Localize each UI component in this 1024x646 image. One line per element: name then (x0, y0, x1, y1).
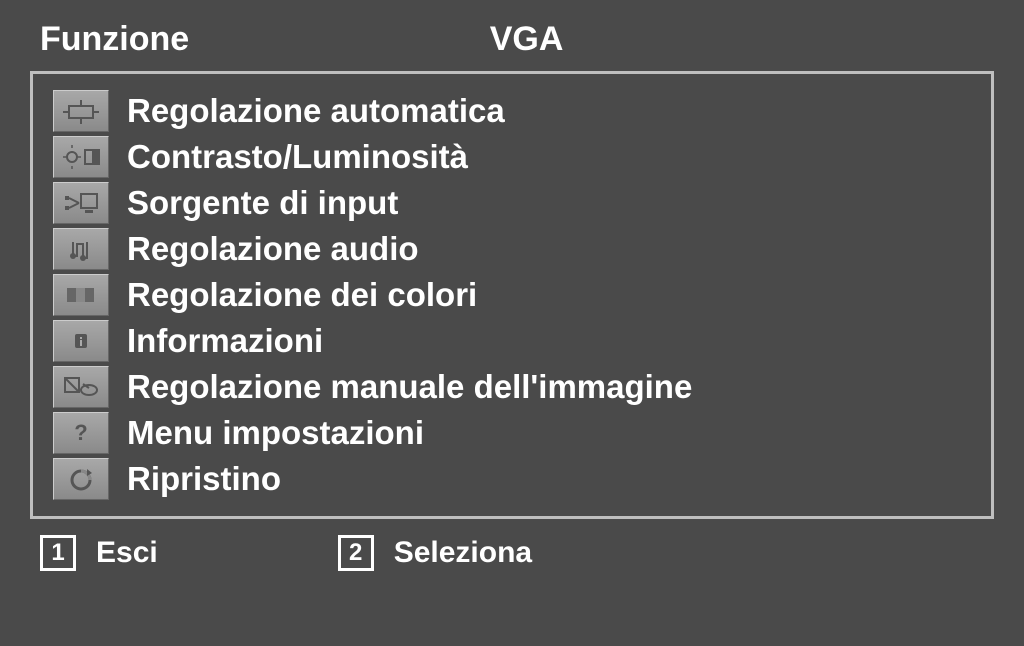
audio-adjust-icon (53, 228, 109, 270)
footer-select-label: Seleziona (394, 536, 532, 570)
footer-select[interactable]: 2 Seleziona (338, 535, 532, 571)
svg-text:?: ? (74, 420, 87, 445)
menu-item-label: Menu impostazioni (127, 414, 424, 452)
menu-list: Regolazione automatica Contrasto/Luminos… (30, 71, 994, 519)
menu-item-information[interactable]: Informazioni (53, 320, 971, 362)
auto-adjust-icon (53, 90, 109, 132)
osd-footer: 1 Esci 2 Seleziona (0, 519, 1024, 571)
menu-item-label: Regolazione manuale dell'immagine (127, 368, 692, 406)
menu-item-color-adjust[interactable]: Regolazione dei colori (53, 274, 971, 316)
contrast-brightness-icon (53, 136, 109, 178)
menu-item-input-source[interactable]: Sorgente di input (53, 182, 971, 224)
menu-item-audio-adjust[interactable]: Regolazione audio (53, 228, 971, 270)
information-icon (53, 320, 109, 362)
menu-item-setup-menu[interactable]: ? Menu impostazioni (53, 412, 971, 454)
osd-header: Funzione VGA (0, 10, 1024, 71)
menu-title: Funzione (40, 20, 189, 59)
setup-menu-icon: ? (53, 412, 109, 454)
menu-item-label: Regolazione dei colori (127, 276, 477, 314)
osd-menu: Funzione VGA Regolazione automatica (0, 0, 1024, 646)
menu-item-label: Informazioni (127, 322, 323, 360)
color-adjust-icon (53, 274, 109, 316)
menu-item-auto-adjust[interactable]: Regolazione automatica (53, 90, 971, 132)
input-source-icon (53, 182, 109, 224)
menu-item-label: Sorgente di input (127, 184, 398, 222)
memory-recall-icon (53, 458, 109, 500)
input-mode: VGA (189, 20, 984, 59)
menu-item-label: Regolazione audio (127, 230, 419, 268)
menu-item-manual-image-adjust[interactable]: Regolazione manuale dell'immagine (53, 366, 971, 408)
footer-exit[interactable]: 1 Esci (40, 535, 158, 571)
menu-item-memory-recall[interactable]: Ripristino (53, 458, 971, 500)
menu-item-label: Contrasto/Luminosità (127, 138, 468, 176)
menu-item-label: Regolazione automatica (127, 92, 505, 130)
menu-item-contrast-brightness[interactable]: Contrasto/Luminosità (53, 136, 971, 178)
footer-exit-label: Esci (96, 536, 158, 570)
menu-item-label: Ripristino (127, 460, 281, 498)
key-2-icon: 2 (338, 535, 374, 571)
manual-image-adjust-icon (53, 366, 109, 408)
key-1-icon: 1 (40, 535, 76, 571)
